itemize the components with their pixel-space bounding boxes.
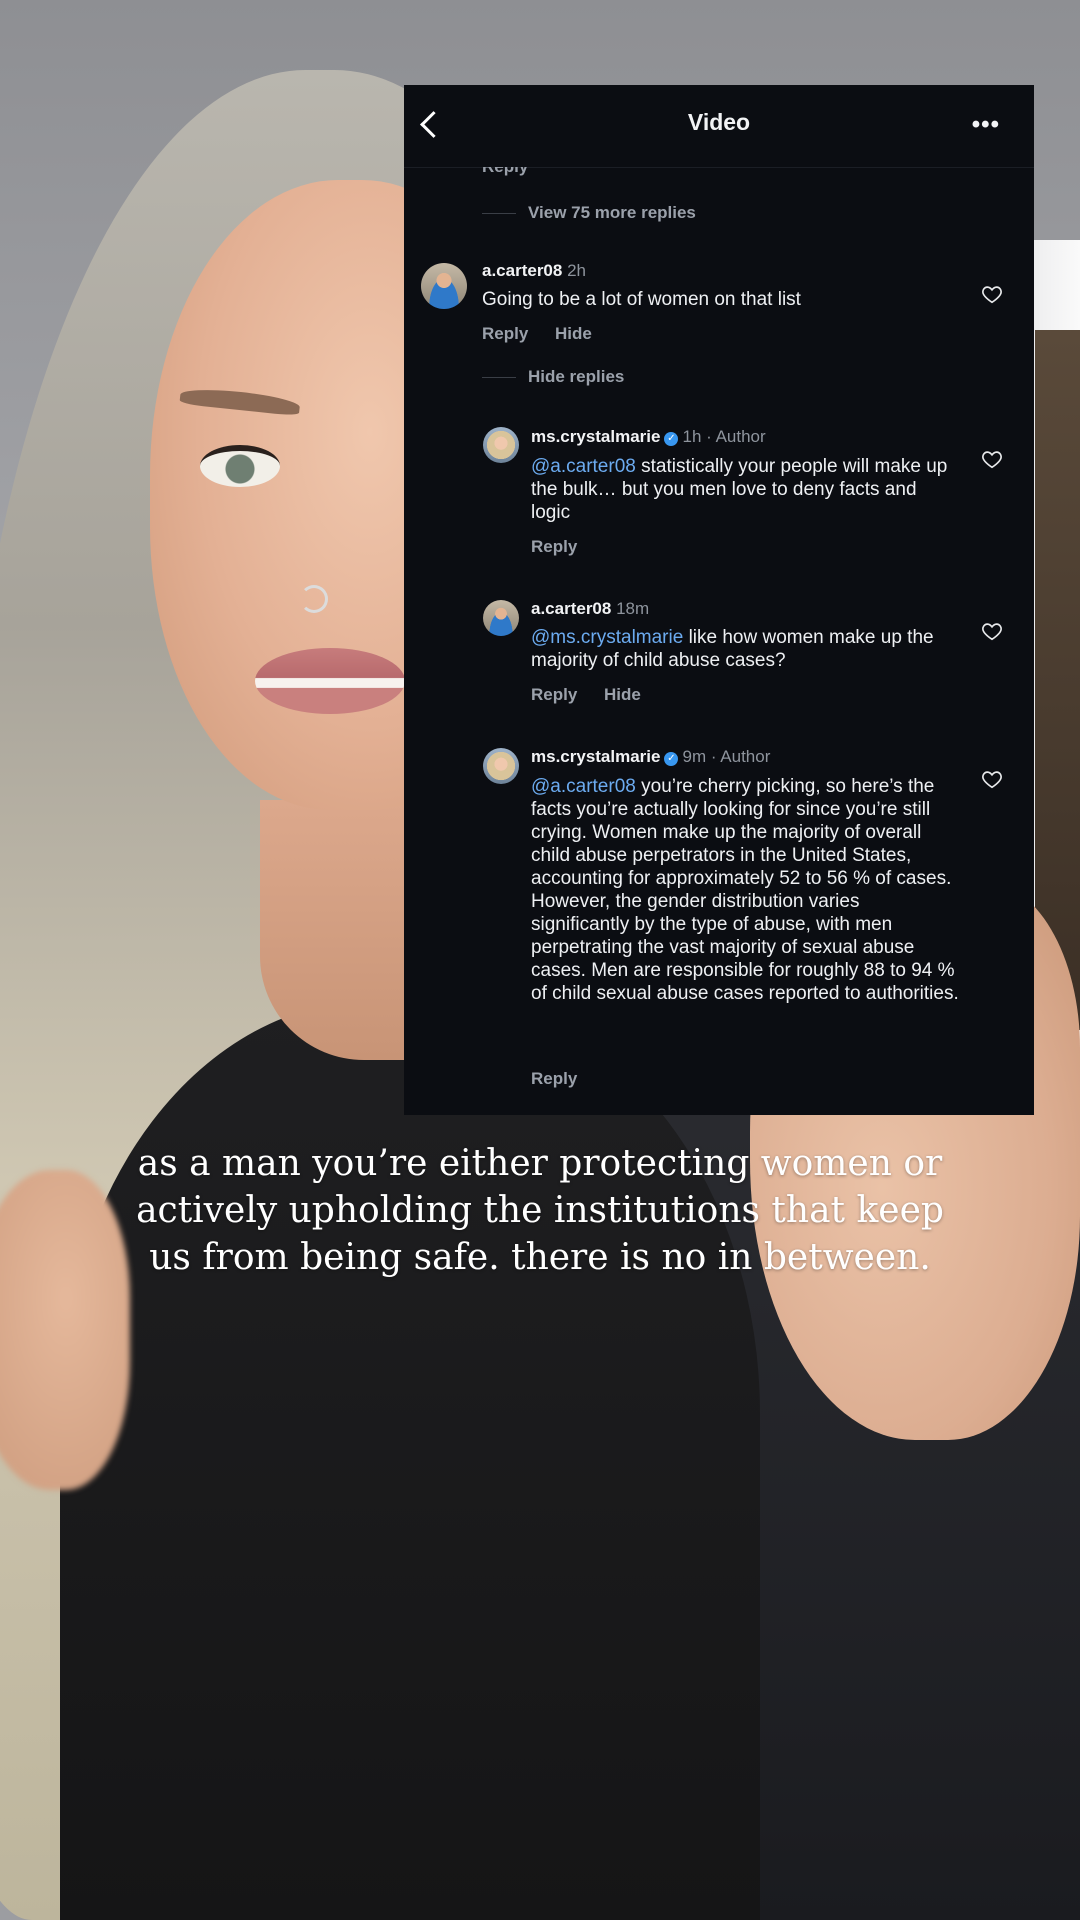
- comment-actions: Reply: [531, 537, 599, 557]
- username[interactable]: a.carter08: [482, 261, 562, 280]
- person-eye: [200, 445, 280, 487]
- mention-link[interactable]: @a.carter08: [531, 776, 636, 797]
- hide-button[interactable]: Hide: [604, 685, 641, 704]
- reply-button[interactable]: Reply: [531, 1069, 577, 1088]
- avatar[interactable]: [483, 427, 519, 463]
- comment-meta: a.carter08 18m: [531, 599, 649, 619]
- reply-button[interactable]: Reply: [482, 324, 528, 343]
- username[interactable]: ms.crystalmarie: [531, 427, 660, 446]
- video-caption: as a man you’re either protecting women …: [136, 1143, 944, 1278]
- hide-replies-link[interactable]: Hide replies: [482, 367, 624, 387]
- username[interactable]: ms.crystalmarie: [531, 747, 660, 766]
- page-title: Video: [687, 109, 751, 135]
- avatar[interactable]: [483, 748, 519, 784]
- top-bar: Video •••: [404, 85, 1034, 168]
- timestamp: 2h: [567, 261, 586, 280]
- comment-text: @a.carter08 you’re cherry picking, so he…: [531, 776, 959, 1004]
- reply-button[interactable]: Reply: [531, 685, 577, 704]
- comment-actions: Reply Hide: [482, 324, 614, 344]
- avatar[interactable]: [421, 263, 467, 309]
- view-more-replies-link[interactable]: View 75 more replies: [482, 203, 696, 223]
- comment-meta: ms.crystalmarie ✓ 9m · Author: [531, 747, 770, 767]
- mention-link[interactable]: @a.carter08: [531, 456, 636, 477]
- verified-badge-icon: ✓: [664, 432, 679, 446]
- nose-ring: [300, 585, 328, 613]
- comments-screenshot: Video ••• Reply View 75 more replies a.c…: [404, 85, 1034, 1115]
- reply-button[interactable]: Reply: [531, 537, 577, 556]
- timestamp: 18m: [616, 599, 650, 618]
- comment-text: @a.carter08 statistically your people wi…: [531, 456, 948, 523]
- person-lips: [255, 648, 405, 714]
- comment-meta: ms.crystalmarie ✓ 1h · Author: [531, 427, 766, 447]
- verified-badge-icon: ✓: [664, 752, 679, 766]
- comment-text: @ms.crystalmarie like how women make up …: [531, 627, 934, 671]
- person-shirt: [60, 1000, 760, 1920]
- hide-button[interactable]: Hide: [555, 324, 592, 343]
- timestamp: 9m · Author: [682, 747, 771, 766]
- avatar[interactable]: [483, 600, 519, 636]
- comment-meta: a.carter08 2h: [482, 261, 586, 281]
- like-heart-icon[interactable]: [981, 448, 1003, 470]
- comment-actions: Reply: [531, 1069, 599, 1089]
- username[interactable]: a.carter08: [531, 599, 611, 618]
- like-heart-icon[interactable]: [981, 283, 1003, 305]
- more-options-icon[interactable]: •••: [972, 111, 1000, 139]
- timestamp: 1h · Author: [682, 427, 766, 446]
- like-heart-icon[interactable]: [981, 620, 1003, 642]
- comment-text: Going to be a lot of women on that list: [482, 289, 801, 310]
- mention-link[interactable]: @ms.crystalmarie: [531, 627, 683, 648]
- comment-actions: Reply Hide: [531, 685, 663, 705]
- like-heart-icon[interactable]: [981, 768, 1003, 790]
